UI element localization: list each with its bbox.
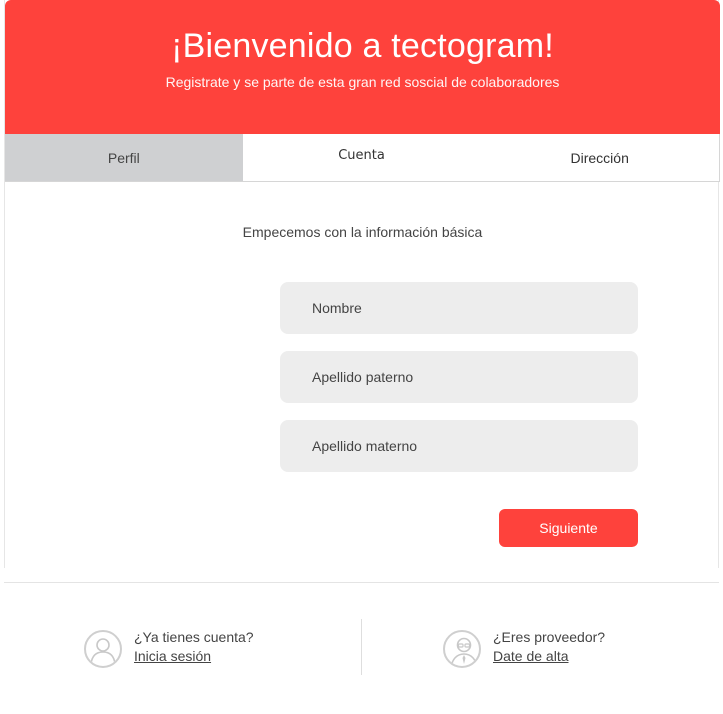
tab-perfil-label: Perfil xyxy=(107,149,140,166)
user-icon xyxy=(84,630,122,668)
header-banner: ¡Bienvenido a tectogram! Registrate y se… xyxy=(5,0,720,134)
tab-perfil[interactable]: Perfil xyxy=(5,134,243,181)
login-link[interactable]: Inicia sesión xyxy=(134,647,254,665)
page-title: ¡Bienvenido a tectogram! xyxy=(171,27,554,65)
nombre-field[interactable] xyxy=(280,282,638,334)
provider-link[interactable]: Date de alta xyxy=(493,647,605,665)
login-question: ¿Ya tienes cuenta? xyxy=(134,629,254,645)
apellido-materno-field[interactable] xyxy=(280,420,638,472)
footer-divider xyxy=(4,582,719,583)
tab-cuenta[interactable]: Cuenta xyxy=(242,134,481,181)
page-subtitle: Registrate y se parte de esta gran red s… xyxy=(165,74,560,90)
form-intro: Empecemos con la información básica xyxy=(242,224,483,240)
footer-separator xyxy=(361,619,362,675)
next-button[interactable]: Siguiente xyxy=(499,509,638,547)
tab-direccion-label: Dirección xyxy=(570,149,629,166)
provider-icon xyxy=(443,630,481,668)
apellido-paterno-field[interactable] xyxy=(280,351,638,403)
tab-direccion[interactable]: Dirección xyxy=(480,134,720,181)
provider-prompt: ¿Eres proveedor? Date de alta xyxy=(443,628,605,668)
step-tabs: Perfil Cuenta Dirección xyxy=(5,134,720,182)
login-prompt: ¿Ya tienes cuenta? Inicia sesión xyxy=(84,628,254,668)
tab-cuenta-label: Cuenta xyxy=(338,148,385,163)
provider-question: ¿Eres proveedor? xyxy=(493,629,606,645)
